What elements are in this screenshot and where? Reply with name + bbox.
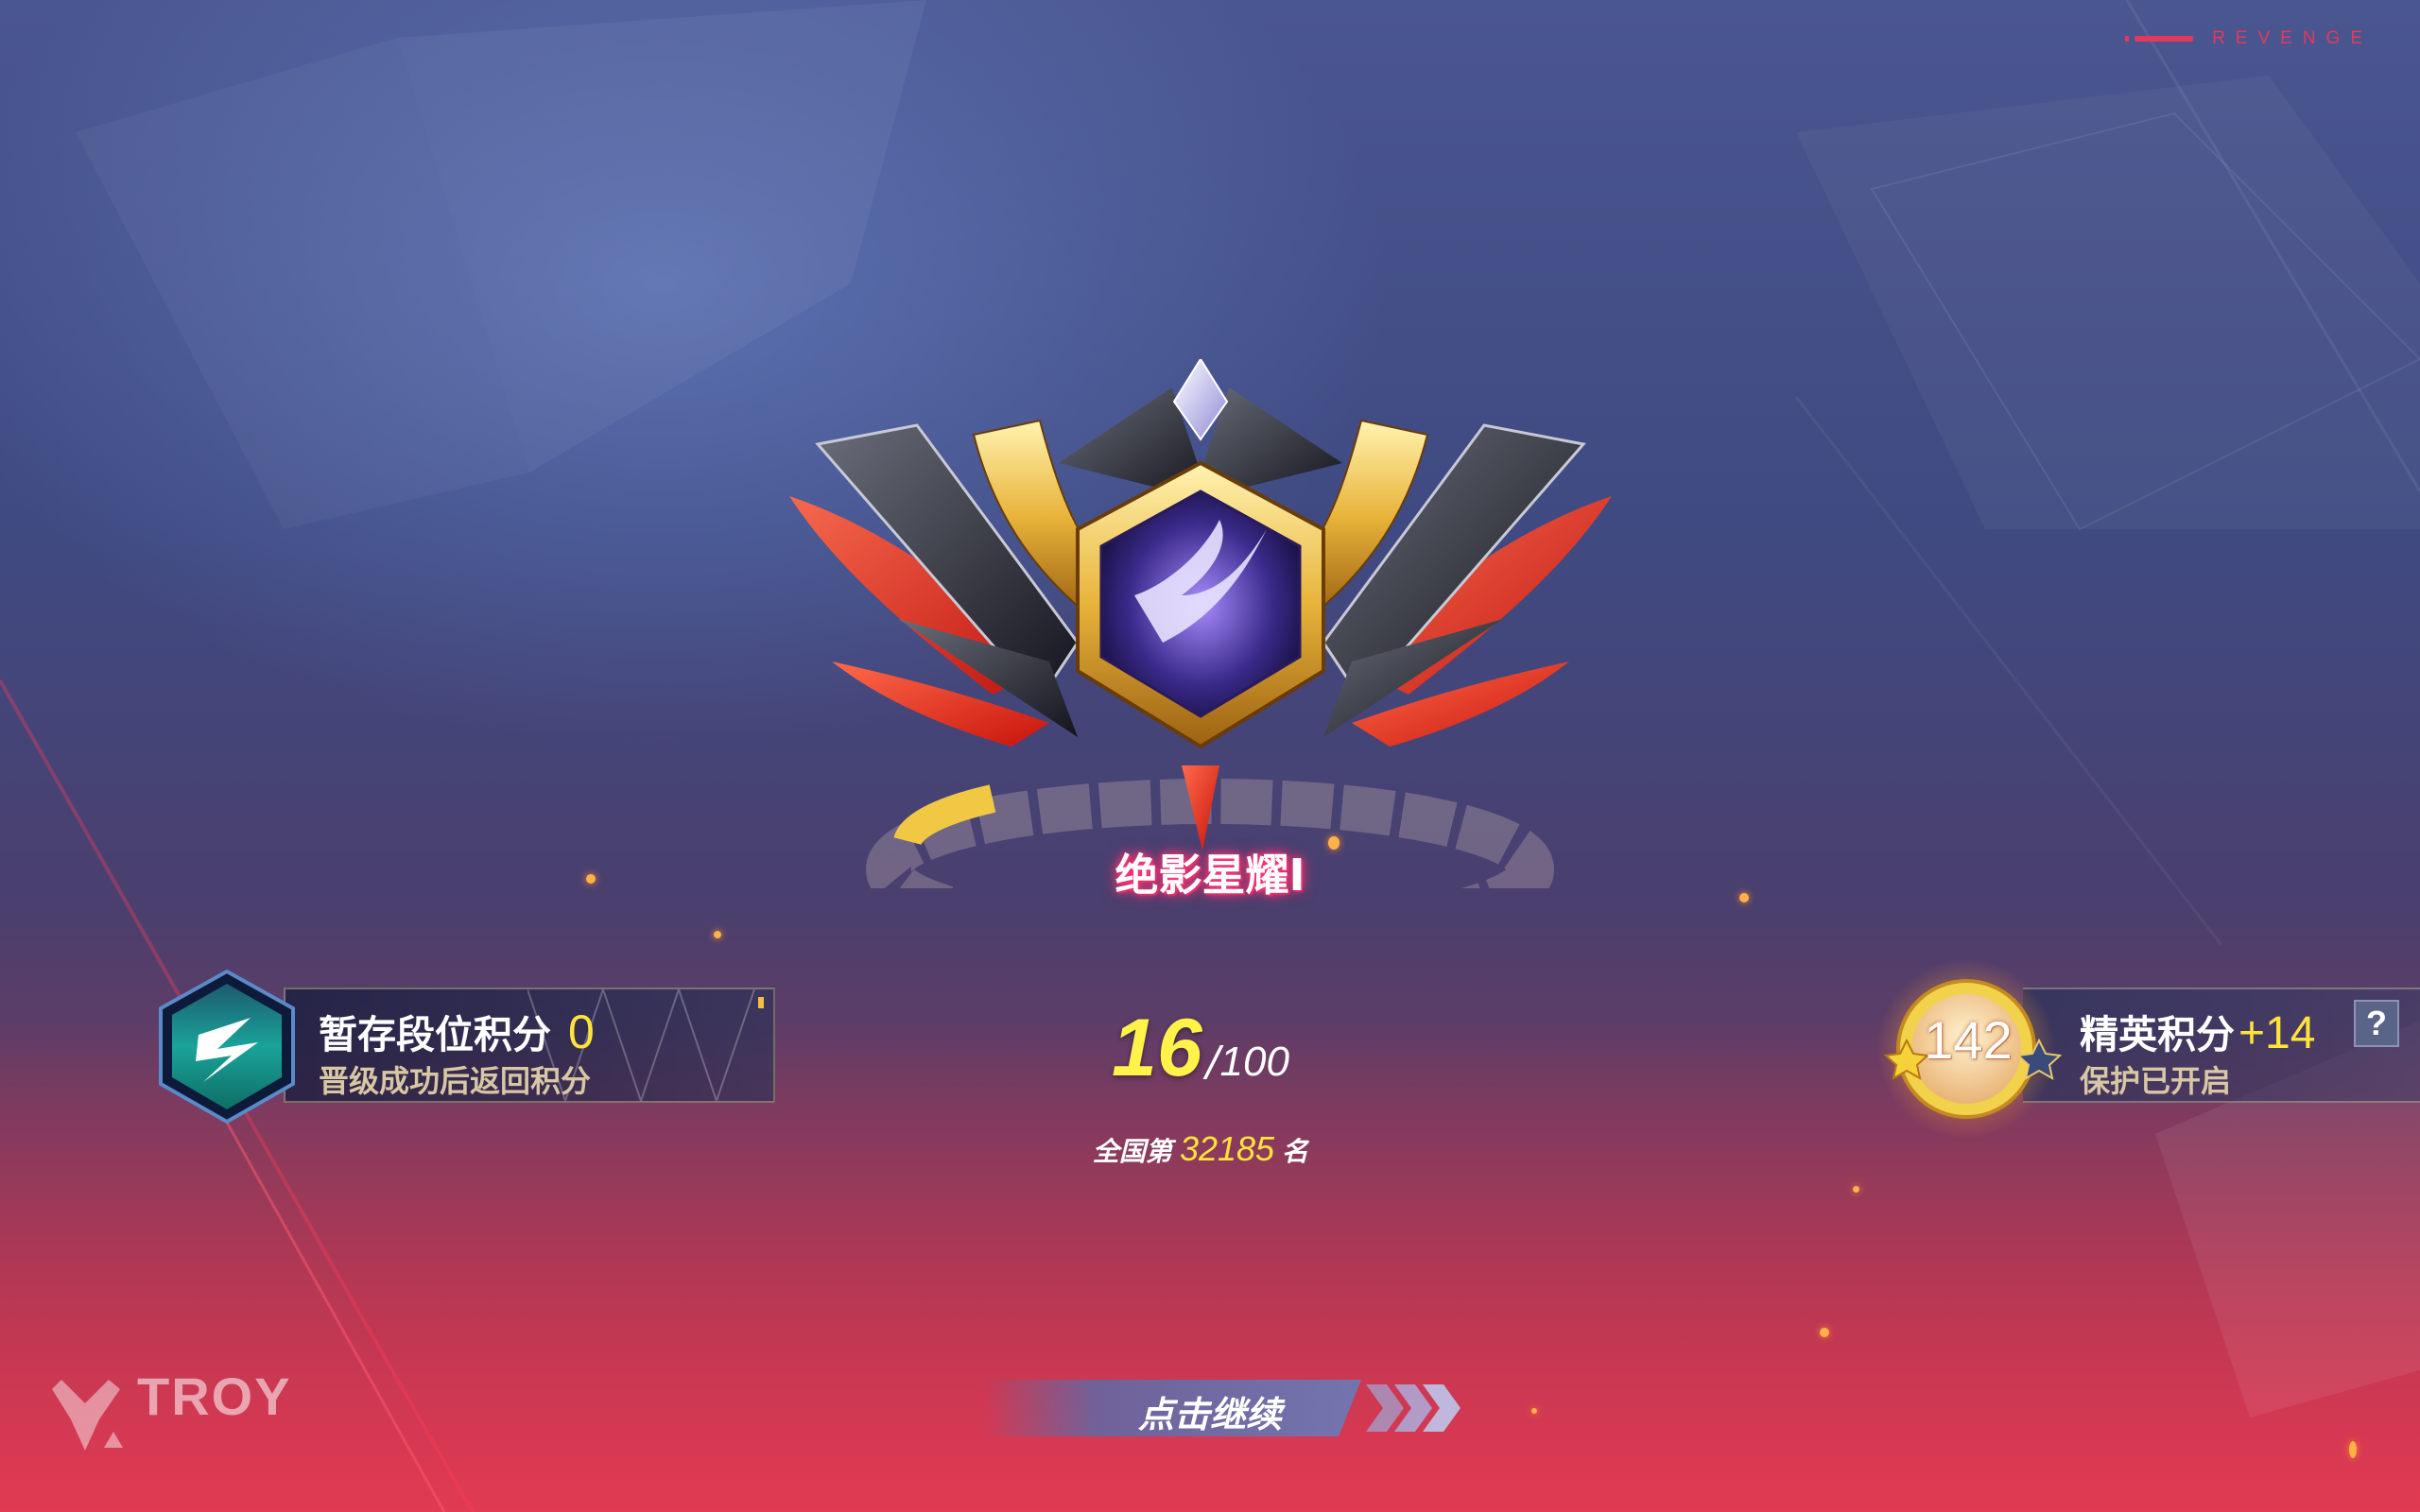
elite-points-bonus: +14 <box>2238 1008 2316 1058</box>
elite-points-title: 精英积分+14 <box>2080 1003 2315 1059</box>
elite-points-label: 精英积分 <box>2080 1012 2235 1057</box>
ember-particle <box>1853 1186 1859 1193</box>
revenge-label: REVENGE <box>2212 28 2373 48</box>
ember-particle <box>1820 1328 1829 1337</box>
troy-logo-text: TROY <box>137 1366 292 1426</box>
stored-points-subtitle: 晋级成功后返回积分 <box>319 1063 592 1099</box>
stored-points-hex-icon <box>159 969 295 1125</box>
continue-label: 点击继续 <box>1137 1394 1282 1435</box>
points-separator: / <box>1205 1038 1220 1086</box>
ember-particle <box>2349 1441 2357 1458</box>
elite-medal-value: 142 <box>1924 1010 2013 1070</box>
revenge-dot <box>2125 36 2130 42</box>
rank-points: 16/100 <box>1059 1002 1342 1095</box>
stored-points-label: 暂存段位积分 <box>319 1012 551 1057</box>
ember-particle <box>1531 1408 1537 1414</box>
continue-arrows-icon <box>1366 1384 1461 1432</box>
national-rank-number: 32185 <box>1179 1129 1275 1168</box>
panel-corner-mark <box>758 997 764 1008</box>
stored-points-title: 暂存段位积分 0 <box>319 1003 595 1059</box>
stored-points-value: 0 <box>568 1005 595 1058</box>
game-result-screen[interactable]: REVENGE 绝影星耀Ⅰ 16/100 全国第 32185 名 暂存段位积分 … <box>0 0 2420 1512</box>
national-rank-suffix: 名 <box>1282 1136 1309 1167</box>
rank-title: 绝影星耀Ⅰ <box>1115 850 1305 901</box>
ember-particle <box>714 931 721 938</box>
max-points: 100 <box>1219 1039 1289 1085</box>
current-points: 16 <box>1112 1003 1202 1093</box>
national-rank: 全国第 32185 名 <box>1021 1129 1380 1169</box>
continue-button[interactable]: 点击继续 <box>983 1380 1461 1436</box>
stored-points-panel: 暂存段位积分 0 晋级成功后返回积分 <box>284 988 775 1103</box>
elite-protection-status: 保护已开启 <box>2080 1063 2232 1099</box>
revenge-bar <box>2135 36 2194 42</box>
help-button[interactable]: ? <box>2354 1000 2399 1047</box>
ember-particle <box>1739 893 1749 902</box>
national-rank-prefix: 全国第 <box>1092 1136 1172 1167</box>
rank-emblem <box>789 359 1612 888</box>
ember-particle <box>586 874 596 884</box>
revenge-tag: REVENGE <box>2125 28 2373 49</box>
